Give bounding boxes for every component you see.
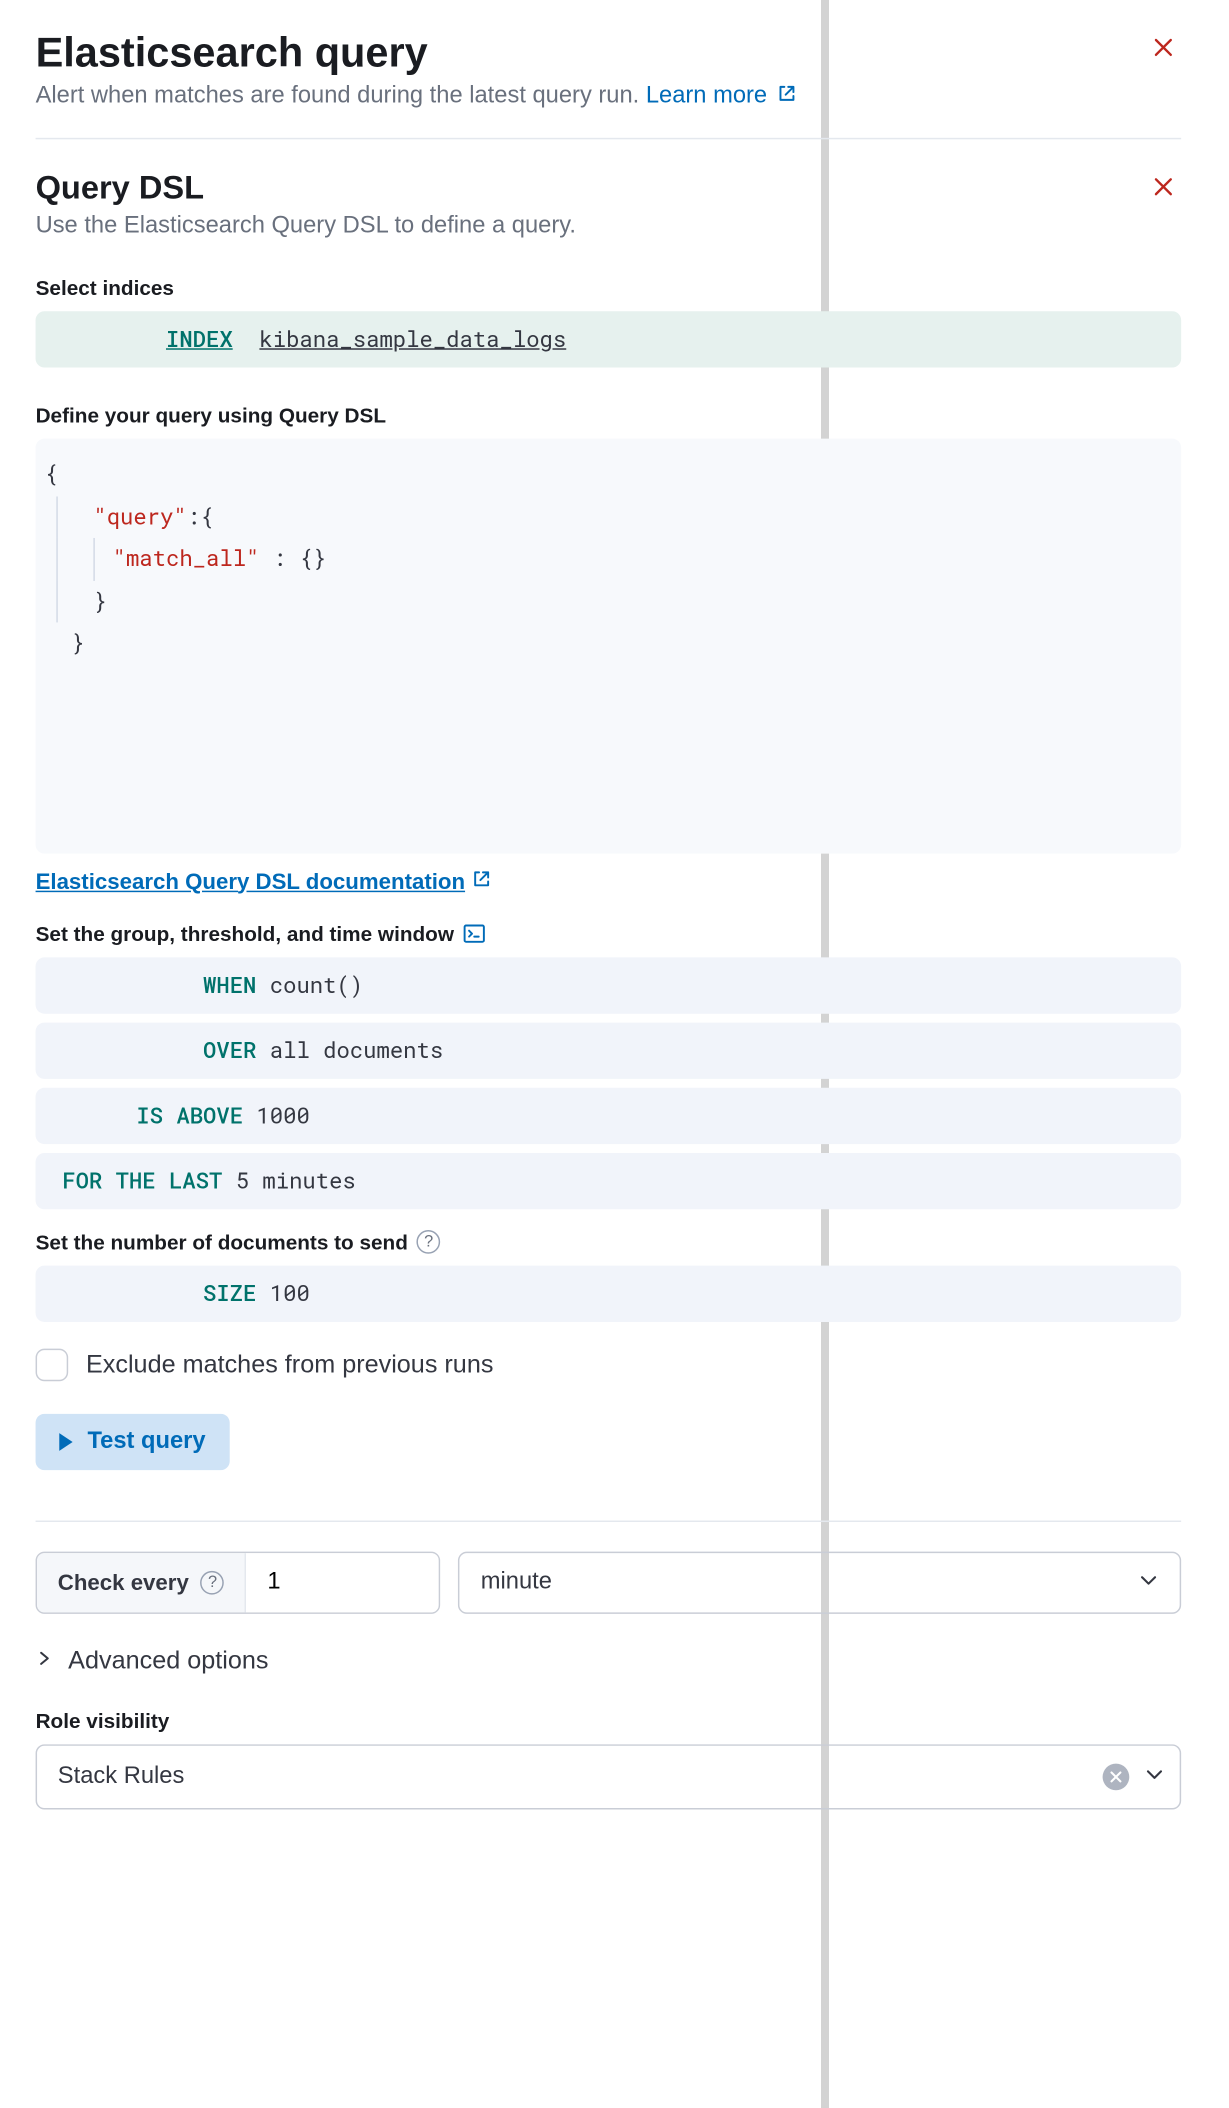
console-icon[interactable]	[463, 922, 487, 946]
test-query-button[interactable]: Test query	[36, 1414, 230, 1470]
play-icon	[59, 1433, 72, 1451]
interval-unit-select[interactable]: minute	[459, 1552, 1182, 1614]
role-visibility-label: Role visibility	[36, 1709, 1182, 1733]
help-icon[interactable]: ?	[201, 1571, 225, 1595]
divider	[36, 138, 1182, 139]
over-expression[interactable]: OVER all documents	[36, 1023, 1182, 1079]
check-every-input[interactable]: Check every ?	[36, 1552, 441, 1614]
threshold-expression[interactable]: IS ABOVE 1000	[36, 1088, 1182, 1144]
help-icon[interactable]: ?	[417, 1230, 441, 1254]
size-expression[interactable]: SIZE 100	[36, 1266, 1182, 1322]
define-query-label: Define your query using Query DSL	[36, 403, 1182, 427]
check-every-label: Check every	[58, 1570, 189, 1595]
when-expression[interactable]: WHEN count()	[36, 957, 1182, 1013]
documents-to-send-label: Set the number of documents to send ?	[36, 1230, 1182, 1254]
close-icon[interactable]	[1146, 30, 1182, 71]
chevron-down-icon	[1144, 1763, 1165, 1791]
remove-section-icon[interactable]	[1146, 169, 1182, 210]
clear-icon[interactable]	[1103, 1764, 1130, 1791]
exclude-previous-checkbox[interactable]	[36, 1349, 69, 1382]
advanced-options-toggle[interactable]: Advanced options	[36, 1647, 1182, 1677]
exclude-previous-label: Exclude matches from previous runs	[86, 1350, 493, 1380]
select-indices-label: Select indices	[36, 276, 1182, 300]
section-title: Query DSL	[36, 169, 1146, 208]
external-link-icon	[471, 868, 492, 895]
divider	[36, 1521, 1182, 1522]
query-editor[interactable]: { "query":{ "match_all" : {} } }	[36, 439, 1182, 854]
section-subtitle: Use the Elasticsearch Query DSL to defin…	[36, 213, 1146, 240]
chevron-down-icon	[1138, 1569, 1159, 1597]
interval-value-input[interactable]	[247, 1553, 440, 1612]
group-threshold-label: Set the group, threshold, and time windo…	[36, 922, 1182, 946]
index-expression[interactable]: INDEX kibana_sample_data_logs	[36, 311, 1182, 367]
chevron-right-icon	[36, 1648, 54, 1675]
page-title: Elasticsearch query	[36, 30, 798, 77]
external-link-icon	[777, 83, 798, 111]
dsl-documentation-link[interactable]: Elasticsearch Query DSL documentation	[36, 868, 492, 895]
learn-more-link[interactable]: Learn more	[646, 83, 798, 108]
page-subtitle: Alert when matches are found during the …	[36, 83, 798, 111]
time-window-expression[interactable]: FOR THE LAST 5 minutes	[36, 1153, 1182, 1209]
role-visibility-select[interactable]: Stack Rules	[36, 1744, 1182, 1809]
